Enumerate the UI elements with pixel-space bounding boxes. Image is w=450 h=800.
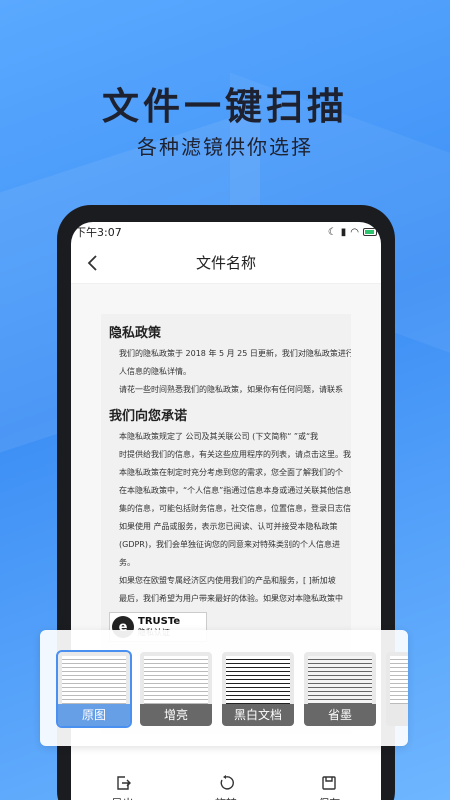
battery-icon: [363, 228, 377, 236]
rotate-button[interactable]: 旋转: [186, 762, 266, 800]
filter-label: 原图: [58, 704, 130, 726]
filter-brighten[interactable]: 增亮: [140, 652, 212, 726]
filter-thumbnail: [62, 656, 126, 704]
signal-icon: ▮: [340, 226, 347, 238]
promo-headline: 文件一键扫描: [102, 85, 348, 128]
document-section-heading: 我们向您承诺: [109, 409, 188, 424]
document-line: 请花一些时间熟悉我们的隐私政策，如果你有任何问题，请联系: [119, 385, 343, 394]
document-line: 人信息的隐私详情。: [119, 367, 191, 376]
document-line: (GDPR)，我们会单独征询您的同意来对特殊类别的个人信息进: [119, 540, 340, 549]
document-line: 在本隐私政策中，“个人信息”指通过信息本身或通过关联其他信息: [119, 486, 351, 495]
back-icon[interactable]: [81, 252, 103, 274]
moon-icon: ☾: [327, 226, 337, 238]
page-title: 文件名称: [195, 254, 256, 272]
filter-thumbnail: [226, 656, 290, 704]
document-line: 最后，我们希望为用户带来最好的体验。如果您对本隐私政策中: [119, 594, 343, 603]
filter-label: 省墨: [304, 704, 376, 726]
document-line: 我们的隐私政策于 2018 年 5 月 25 日更新，我们对隐私政策进行: [119, 349, 351, 358]
status-icons: ☾ ▮ ◠: [328, 227, 377, 238]
save-label: 保存: [318, 795, 340, 800]
filter-next-partial[interactable]: [386, 652, 408, 726]
save-button[interactable]: 保存: [289, 762, 369, 800]
document-title: 隐私政策: [109, 326, 162, 341]
filter-ink-saver[interactable]: 省墨: [304, 652, 376, 726]
document-line: 如果您在欧盟专属经济区内使用我们的产品和服务，[ ]新加坡: [119, 576, 336, 585]
rotate-icon: [217, 774, 235, 792]
filter-thumbnail: [390, 656, 408, 704]
rotate-label: 旋转: [215, 795, 237, 800]
document-line: 如果使用 产品或服务，表示您已阅读、认可并接受本隐私政策: [119, 522, 338, 531]
truste-brand: TRUSTe: [138, 616, 181, 627]
filter-label: 黑白文档: [222, 704, 294, 726]
filter-list: 原图 增亮 黑白文档 省墨: [56, 650, 408, 728]
document-line: 时提供给我们的信息，有关这些应用程序的列表，请点击这里。我们: [119, 450, 351, 459]
export-label: 导出: [112, 795, 134, 800]
document-line: 务。: [119, 558, 135, 567]
status-time: 下午3:07: [75, 226, 122, 239]
nav-bar: 文件名称: [71, 242, 381, 284]
document-line: 本隐私政策规定了 公司及其关联公司 (下文简称“ ”或“我: [119, 432, 319, 441]
document-line: 本隐私政策在制定时充分考虑到您的需求，您全面了解我们的个: [119, 468, 343, 477]
filter-thumbnail: [144, 656, 208, 704]
filter-thumbnail: [308, 656, 372, 704]
save-icon: [320, 774, 338, 792]
filter-panel: 原图 增亮 黑白文档 省墨: [40, 630, 408, 746]
export-icon: [114, 774, 132, 792]
bottom-toolbar: 导出 旋转 保存: [71, 762, 381, 800]
filter-bw-document[interactable]: 黑白文档: [222, 652, 294, 726]
filter-original[interactable]: 原图: [56, 650, 132, 728]
filter-label: 增亮: [140, 704, 212, 726]
status-bar: 下午3:07 ☾ ▮ ◠: [71, 222, 381, 242]
promo-subline: 各种滤镜供你选择: [137, 135, 313, 159]
document-line: 集的信息，可能包括财务信息，社交信息，位置信息，登录日志信息: [119, 504, 351, 513]
wifi-icon: ◠: [350, 226, 359, 238]
export-button[interactable]: 导出: [83, 762, 163, 800]
